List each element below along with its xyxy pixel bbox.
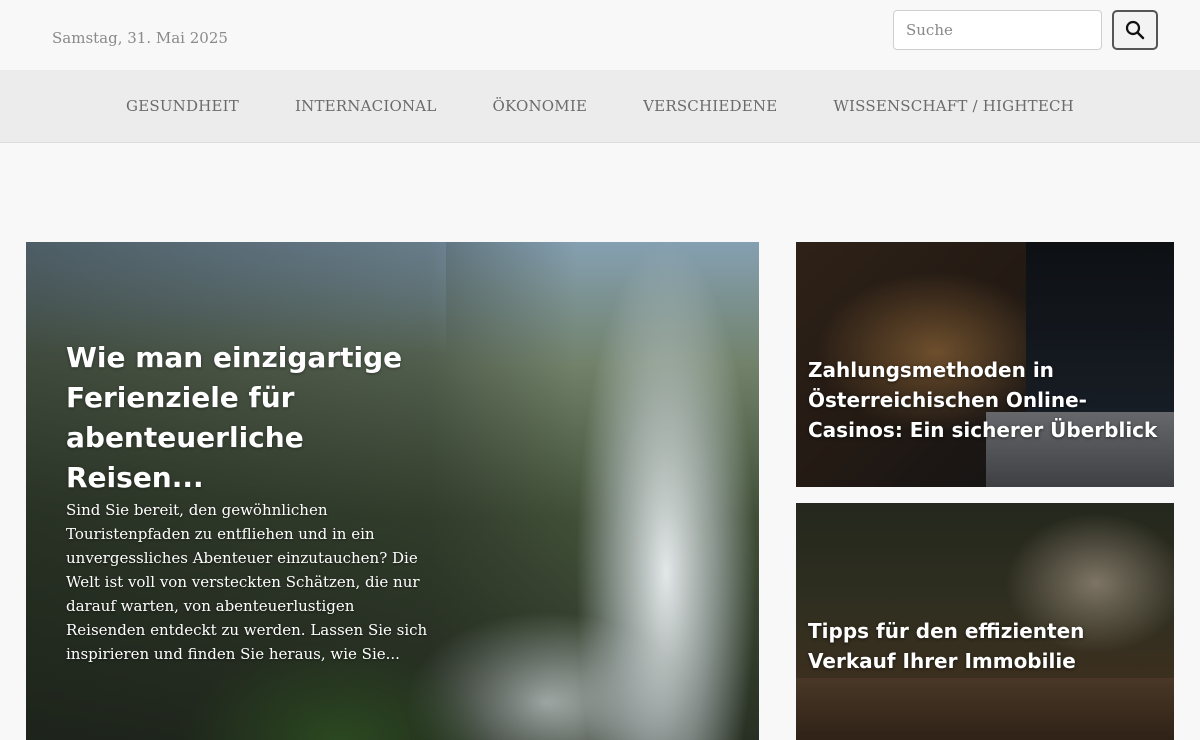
main-navigation: GESUNDHEIT INTERNACIONAL ÖKONOMIE VERSCH… — [0, 70, 1200, 143]
top-bar: Samstag, 31. Mai 2025 — [0, 0, 1200, 70]
featured-article-title[interactable]: Wie man einzigartige Ferienziele für abe… — [66, 338, 426, 498]
current-date: Samstag, 31. Mai 2025 — [52, 29, 228, 47]
side-article-title-2[interactable]: Tipps für den effizienten Verkauf Ihrer … — [808, 616, 1168, 676]
nav-item-verschiedene[interactable]: VERSCHIEDENE — [643, 97, 777, 115]
search-icon — [1125, 20, 1145, 40]
side-article-card-1[interactable]: Zahlungsmethoden in Österreichischen Onl… — [796, 242, 1174, 487]
featured-article-excerpt: Sind Sie bereit, den gewöhnlichen Touris… — [66, 501, 428, 663]
side-article-card-2[interactable]: Tipps für den effizienten Verkauf Ihrer … — [796, 503, 1174, 740]
featured-article-card[interactable]: Wie man einzigartige Ferienziele für abe… — [26, 242, 759, 740]
nav-item-oekonomie[interactable]: ÖKONOMIE — [492, 97, 587, 115]
nav-item-internacional[interactable]: INTERNACIONAL — [295, 97, 436, 115]
search-input[interactable] — [893, 10, 1102, 50]
nav-item-gesundheit[interactable]: GESUNDHEIT — [126, 97, 239, 115]
side-article-title-1[interactable]: Zahlungsmethoden in Österreichischen Onl… — [808, 355, 1168, 445]
nav-item-wissenschaft-hightech[interactable]: WISSENSCHAFT / HIGHTECH — [833, 97, 1074, 115]
search-button[interactable] — [1112, 10, 1158, 50]
